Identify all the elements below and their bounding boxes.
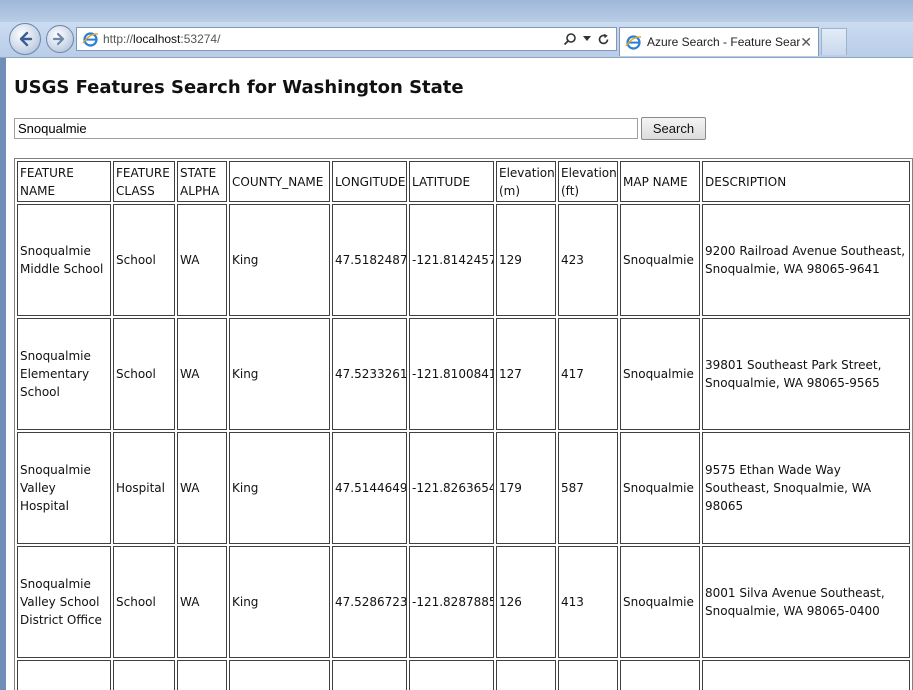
search-icon[interactable] xyxy=(563,32,577,46)
table-header-row: FEATURE NAME FEATURE CLASS STATE ALPHA C… xyxy=(17,161,910,202)
table-row: Snoqualmie Middle School School WA King … xyxy=(17,204,910,316)
column-header: COUNTY_NAME xyxy=(229,161,330,202)
table-cell: -121.8100841 xyxy=(409,318,494,430)
column-header: MAP NAME xyxy=(620,161,700,202)
table-cell: -121.8287885 xyxy=(409,546,494,658)
table-cell xyxy=(558,660,618,690)
table-cell xyxy=(620,660,700,690)
url-prefix: http:// xyxy=(103,32,134,46)
table-cell: 39801 Southeast Park Street, Snoqualmie,… xyxy=(702,318,910,430)
table-cell: 413 xyxy=(558,546,618,658)
table-cell xyxy=(496,660,556,690)
back-arrow-icon xyxy=(19,31,33,47)
window-frame xyxy=(0,0,913,22)
table-cell: 423 xyxy=(558,204,618,316)
table-cell: Hospital xyxy=(113,432,175,544)
search-button[interactable]: Search xyxy=(641,117,706,140)
column-header: FEATURE CLASS xyxy=(113,161,175,202)
table-cell: Snoqualmie Elementary School xyxy=(17,318,111,430)
table-cell xyxy=(113,660,175,690)
table-cell: -121.8263654 xyxy=(409,432,494,544)
url-host: localhost xyxy=(133,32,181,46)
table-cell: 47.5233261 xyxy=(332,318,407,430)
column-header: Elevation (m) xyxy=(496,161,556,202)
browser-chrome: http://localhost:53274/ Azure Search - F… xyxy=(0,0,913,58)
table-row: Snoqualmie Valley Hospital Hospital WA K… xyxy=(17,432,910,544)
table-cell: School xyxy=(113,318,175,430)
table-cell: WA xyxy=(177,546,227,658)
address-bar[interactable]: http://localhost:53274/ xyxy=(76,27,617,51)
table-cell xyxy=(177,660,227,690)
table-cell xyxy=(17,660,111,690)
table-cell: 587 xyxy=(558,432,618,544)
column-header: FEATURE NAME xyxy=(17,161,111,202)
ie-tab-icon xyxy=(625,34,642,50)
table-cell: Snoqualmie xyxy=(620,546,700,658)
table-cell: Snoqualmie Valley School District Office xyxy=(17,546,111,658)
url-suffix: :53274/ xyxy=(180,32,221,46)
table-cell: King xyxy=(229,546,330,658)
table-cell xyxy=(702,660,910,690)
tab-title: Azure Search - Feature Sear... xyxy=(647,35,801,49)
table-row xyxy=(17,660,910,690)
table-cell: 127 xyxy=(496,318,556,430)
column-header: DESCRIPTION xyxy=(702,161,910,202)
address-url[interactable]: http://localhost:53274/ xyxy=(103,32,563,46)
table-cell: Snoqualmie xyxy=(620,318,700,430)
page-content: USGS Features Search for Washington Stat… xyxy=(6,58,913,690)
table-cell: 47.5286723 xyxy=(332,546,407,658)
column-header: LATITUDE xyxy=(409,161,494,202)
table-cell: School xyxy=(113,546,175,658)
table-cell: WA xyxy=(177,318,227,430)
table-cell: 417 xyxy=(558,318,618,430)
table-cell: 47.5182487 xyxy=(332,204,407,316)
table-cell: WA xyxy=(177,432,227,544)
table-cell: WA xyxy=(177,204,227,316)
table-cell: 9200 Railroad Avenue Southeast, Snoqualm… xyxy=(702,204,910,316)
results-table: FEATURE NAME FEATURE CLASS STATE ALPHA C… xyxy=(14,158,913,690)
table-cell: School xyxy=(113,204,175,316)
table-cell: Snoqualmie xyxy=(620,432,700,544)
table-cell xyxy=(332,660,407,690)
refresh-icon[interactable] xyxy=(597,33,610,46)
column-header: Elevation (ft) xyxy=(558,161,618,202)
table-cell: Snoqualmie xyxy=(620,204,700,316)
chevron-down-icon[interactable] xyxy=(583,36,591,42)
table-cell: Snoqualmie Valley Hospital xyxy=(17,432,111,544)
column-header: LONGITUDE xyxy=(332,161,407,202)
table-cell xyxy=(409,660,494,690)
table-cell: 9575 Ethan Wade Way Southeast, Snoqualmi… xyxy=(702,432,910,544)
table-cell: 129 xyxy=(496,204,556,316)
table-cell: 126 xyxy=(496,546,556,658)
back-button[interactable] xyxy=(9,23,41,55)
forward-button[interactable] xyxy=(46,25,74,53)
table-cell: Snoqualmie Middle School xyxy=(17,204,111,316)
table-cell: King xyxy=(229,318,330,430)
table-cell: 47.5144649 xyxy=(332,432,407,544)
ie-page-icon xyxy=(82,31,99,47)
forward-arrow-icon xyxy=(52,32,65,46)
tab-azure-search[interactable]: Azure Search - Feature Sear... ✕ xyxy=(619,27,819,56)
table-row: Snoqualmie Elementary School School WA K… xyxy=(17,318,910,430)
close-icon[interactable]: ✕ xyxy=(800,34,812,51)
column-header: STATE ALPHA xyxy=(177,161,227,202)
table-cell: 179 xyxy=(496,432,556,544)
table-cell: King xyxy=(229,204,330,316)
new-tab-button[interactable] xyxy=(821,28,847,55)
table-cell: -121.8142457 xyxy=(409,204,494,316)
search-input[interactable] xyxy=(14,118,638,139)
table-cell: King xyxy=(229,432,330,544)
table-cell: 8001 Silva Avenue Southeast, Snoqualmie,… xyxy=(702,546,910,658)
table-cell xyxy=(229,660,330,690)
page-title: USGS Features Search for Washington Stat… xyxy=(14,77,464,98)
table-row: Snoqualmie Valley School District Office… xyxy=(17,546,910,658)
